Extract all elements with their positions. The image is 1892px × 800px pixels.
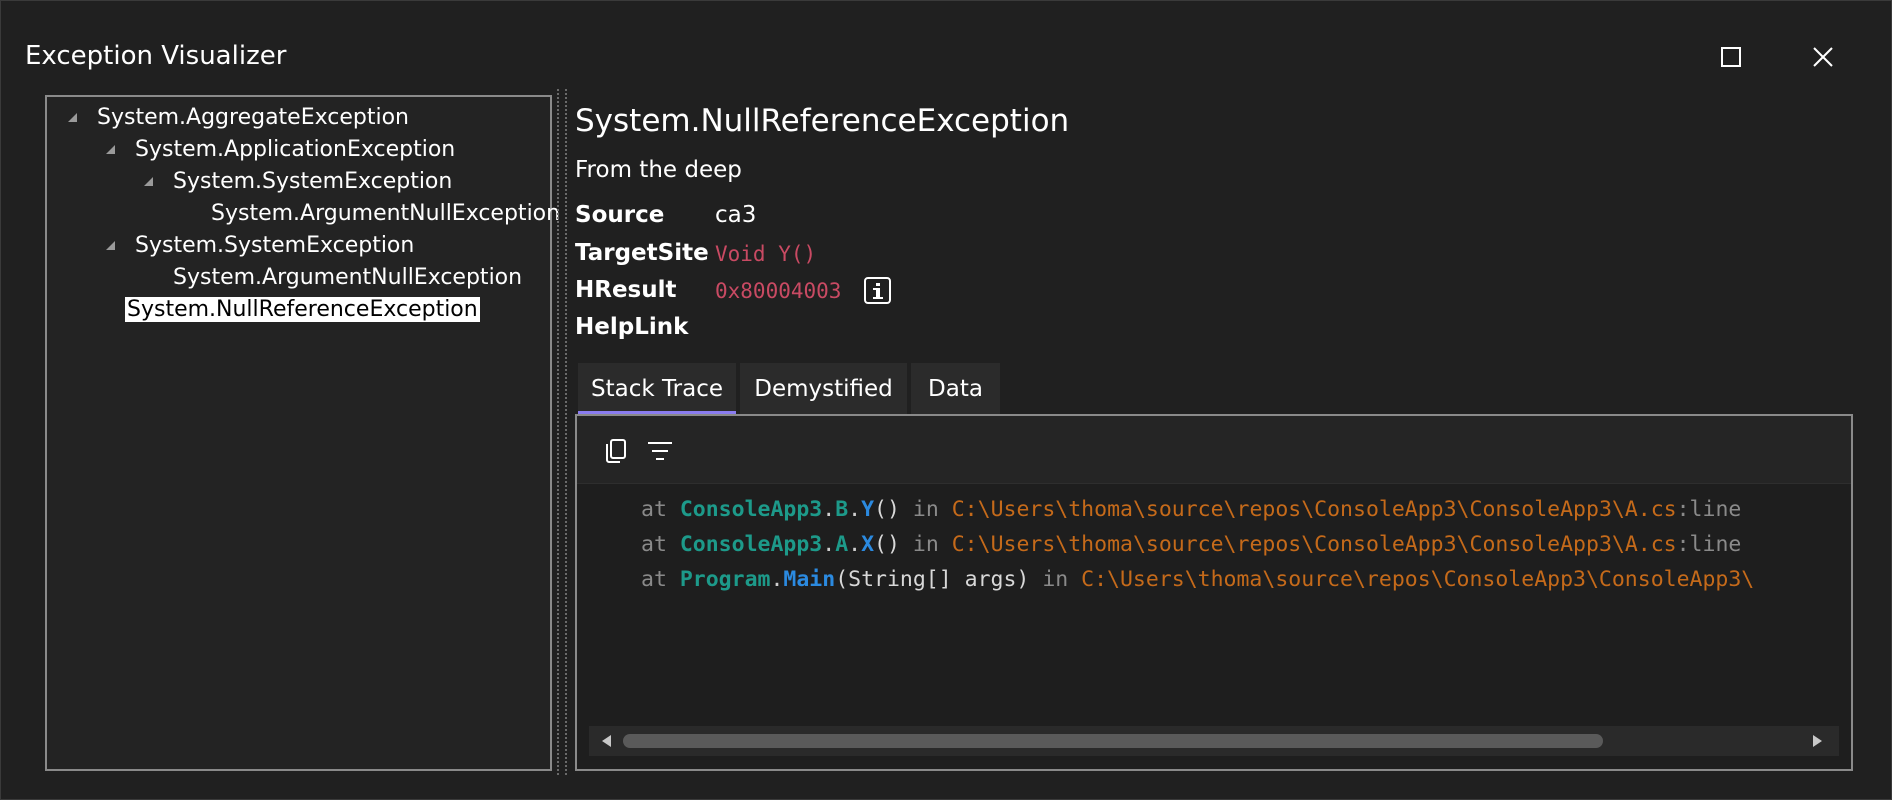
stack-trace-text[interactable]: at ConsoleApp3.B.Y() in C:\Users\thoma\s… — [641, 492, 1833, 702]
scrollbar-thumb[interactable] — [623, 734, 1603, 748]
tab-label: Data — [928, 376, 983, 402]
tab-demystified[interactable]: Demystified — [740, 363, 907, 415]
filter-icon — [648, 442, 672, 460]
helplink-label: HelpLink — [575, 314, 689, 340]
expanded-arrow-icon[interactable] — [103, 238, 117, 252]
tree-item[interactable]: System.SystemException — [141, 165, 454, 197]
maximize-button[interactable] — [1709, 35, 1753, 79]
tree-item-selected[interactable]: System.NullReferenceException — [125, 293, 480, 325]
stack-trace-toolbar — [577, 416, 1851, 484]
tree-item[interactable]: System.ArgumentNullException — [171, 261, 524, 293]
exception-tree[interactable]: System.AggregateException System.Applica… — [45, 95, 560, 771]
copy-button[interactable] — [601, 436, 631, 466]
tree-item-label: System.ArgumentNullException — [173, 264, 523, 290]
stack-frame-line[interactable]: at ConsoleApp3.B.Y() in C:\Users\thoma\s… — [641, 492, 1833, 527]
source-value: ca3 — [715, 202, 757, 228]
tree-item-label: System.NullReferenceException — [125, 296, 480, 322]
hresult-value: 0x80004003 — [715, 279, 842, 303]
tree-item-label: System.AggregateException — [97, 104, 409, 130]
filter-button[interactable] — [645, 436, 675, 466]
tab-label: Stack Trace — [590, 376, 723, 402]
expanded-arrow-icon[interactable] — [141, 174, 155, 188]
scroll-right-arrow-icon[interactable] — [1809, 733, 1825, 749]
tree-item-label: System.SystemException — [135, 232, 415, 258]
targetsite-value: Void Y() — [715, 242, 817, 266]
hresult-label: HResult — [575, 277, 677, 303]
info-icon[interactable] — [864, 277, 891, 304]
tab-data[interactable]: Data — [911, 363, 1000, 415]
close-icon — [1813, 47, 1833, 67]
exception-type-heading: System.NullReferenceException — [575, 103, 1070, 139]
exception-visualizer-window: Exception Visualizer System.AggregateExc… — [0, 0, 1892, 800]
tree-item-label: System.SystemException — [173, 168, 453, 194]
tree-item-label: System.ApplicationException — [135, 136, 456, 162]
stack-trace-panel: at ConsoleApp3.B.Y() in C:\Users\thoma\s… — [575, 414, 1853, 771]
source-label: Source — [575, 202, 665, 228]
maximize-icon — [1721, 47, 1741, 67]
scroll-left-arrow-icon[interactable] — [599, 733, 615, 749]
tab-stack-trace[interactable]: Stack Trace — [578, 363, 736, 415]
tab-label: Demystified — [754, 376, 893, 402]
tree-item[interactable]: System.ApplicationException — [103, 133, 457, 165]
expanded-arrow-icon[interactable] — [103, 142, 117, 156]
panel-splitter[interactable] — [557, 89, 567, 775]
copy-icon — [606, 439, 626, 463]
tree-item-label: System.ArgumentNullException — [211, 200, 561, 226]
tree-item[interactable]: System.SystemException — [103, 229, 416, 261]
targetsite-label: TargetSite — [575, 240, 709, 266]
expanded-arrow-icon[interactable] — [65, 110, 79, 124]
stack-frame-line[interactable]: at Program.Main(String[] args) in C:\Use… — [641, 562, 1833, 597]
horizontal-scrollbar[interactable] — [589, 726, 1839, 756]
close-button[interactable] — [1801, 35, 1845, 79]
tree-item[interactable]: System.AggregateException — [65, 101, 411, 133]
tree-item[interactable]: System.ArgumentNullException — [209, 197, 562, 229]
window-title: Exception Visualizer — [25, 41, 287, 71]
info-glyph-icon — [872, 282, 883, 299]
exception-message: From the deep — [575, 157, 742, 183]
stack-frame-line[interactable]: at ConsoleApp3.A.X() in C:\Users\thoma\s… — [641, 527, 1833, 562]
